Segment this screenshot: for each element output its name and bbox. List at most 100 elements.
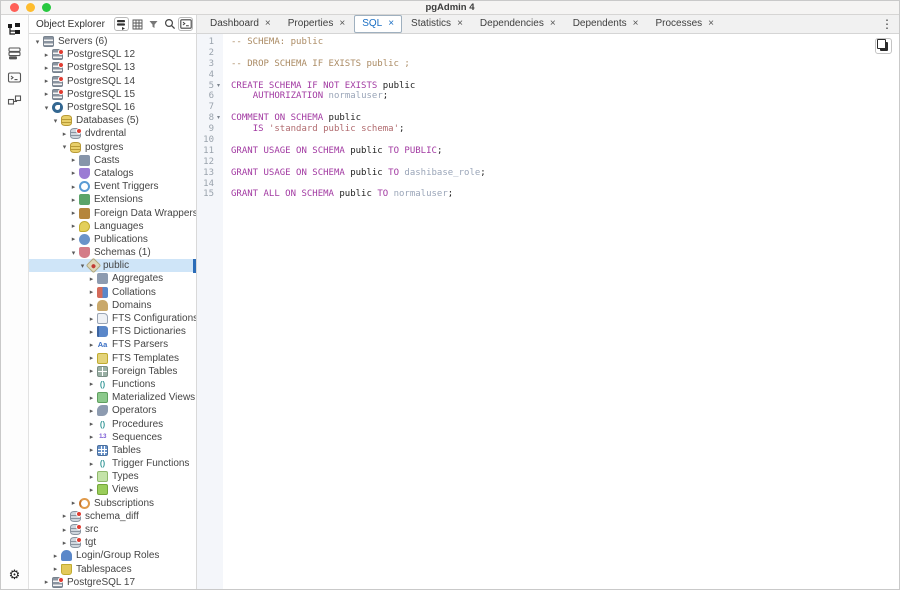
chevron-right-icon[interactable]: ▸ (60, 539, 69, 547)
chevron-right-icon[interactable]: ▸ (51, 552, 60, 560)
chevron-right-icon[interactable]: ▸ (69, 499, 78, 507)
tree-item-fts-parsers[interactable]: ▸AaFTS Parsers (29, 338, 196, 351)
tab-dependencies[interactable]: Dependencies× (472, 15, 564, 33)
chevron-right-icon[interactable]: ▸ (69, 169, 78, 177)
tree-item-foreign-tables[interactable]: ▸Foreign Tables (29, 365, 196, 378)
search-icon[interactable] (162, 17, 177, 31)
chevron-down-icon[interactable]: ▾ (60, 143, 69, 151)
tab-close-icon[interactable]: × (388, 18, 394, 30)
sql-code[interactable]: -- SCHEMA: public-- DROP SCHEMA IF EXIST… (223, 34, 899, 589)
tree-item-sequences[interactable]: ▸1.3Sequences (29, 431, 196, 444)
tree-item-functions[interactable]: ▸()Functions (29, 378, 196, 391)
tree-item-postgres[interactable]: ▾postgres (29, 141, 196, 154)
query-tool-icon[interactable] (6, 68, 24, 86)
chevron-right-icon[interactable]: ▸ (60, 130, 69, 138)
tree-item-tgt[interactable]: ▸tgt (29, 536, 196, 549)
tab-properties[interactable]: Properties× (280, 15, 353, 33)
chevron-right-icon[interactable]: ▸ (42, 64, 51, 72)
tab-dashboard[interactable]: Dashboard× (202, 15, 279, 33)
tree-item-casts[interactable]: ▸Casts (29, 154, 196, 167)
sql-editor[interactable]: 12345▾678▾9101112131415 -- SCHEMA: publi… (197, 34, 899, 589)
chevron-right-icon[interactable]: ▸ (69, 209, 78, 217)
settings-gear-icon[interactable]: ⚙ (9, 568, 21, 583)
chevron-right-icon[interactable]: ▸ (60, 526, 69, 534)
chevron-right-icon[interactable]: ▸ (51, 565, 60, 573)
tree-item-domains[interactable]: ▸Domains (29, 299, 196, 312)
tree-item-collations[interactable]: ▸Collations (29, 286, 196, 299)
tree-item-fts-dictionaries[interactable]: ▸FTS Dictionaries (29, 325, 196, 338)
tree-item-materialized-views[interactable]: ▸Materialized Views (29, 391, 196, 404)
tree-item-schemas-1-[interactable]: ▾Schemas (1) (29, 246, 196, 259)
chevron-right-icon[interactable]: ▸ (87, 328, 96, 336)
tab-close-icon[interactable]: × (457, 18, 463, 30)
tree-item-postgresql-14[interactable]: ▸PostgreSQL 14 (29, 75, 196, 88)
tree-item-extensions[interactable]: ▸Extensions (29, 193, 196, 206)
tree-scrollbar-selection-marker[interactable] (193, 259, 196, 272)
tree-item-servers-6-[interactable]: ▾Servers (6) (29, 35, 196, 48)
tree-item-subscriptions[interactable]: ▸Subscriptions (29, 497, 196, 510)
tree-item-postgresql-16[interactable]: ▾PostgreSQL 16 (29, 101, 196, 114)
chevron-right-icon[interactable]: ▸ (87, 486, 96, 494)
tab-close-icon[interactable]: × (550, 18, 556, 30)
tree-item-publications[interactable]: ▸Publications (29, 233, 196, 246)
chevron-down-icon[interactable]: ▾ (42, 104, 51, 112)
chevron-right-icon[interactable]: ▸ (69, 235, 78, 243)
tab-close-icon[interactable]: × (339, 18, 345, 30)
tree-item-tables[interactable]: ▸Tables (29, 444, 196, 457)
tree-item-event-triggers[interactable]: ▸Event Triggers (29, 180, 196, 193)
chevron-right-icon[interactable]: ▸ (69, 183, 78, 191)
chevron-down-icon[interactable]: ▾ (51, 117, 60, 125)
tree-item-postgresql-15[interactable]: ▸PostgreSQL 15 (29, 88, 196, 101)
chevron-down-icon[interactable]: ▾ (33, 38, 42, 46)
object-explorer-icon[interactable] (6, 20, 24, 38)
tree-item-foreign-data-wrappers[interactable]: ▸Foreign Data Wrappers (29, 206, 196, 219)
fold-chevron-icon[interactable]: ▾ (214, 113, 223, 124)
chevron-right-icon[interactable]: ▸ (87, 433, 96, 441)
chevron-right-icon[interactable]: ▸ (87, 275, 96, 283)
tree-item-catalogs[interactable]: ▸Catalogs (29, 167, 196, 180)
fold-chevron-icon[interactable]: ▾ (214, 81, 223, 92)
tree-item-views[interactable]: ▸Views (29, 483, 196, 496)
chevron-right-icon[interactable]: ▸ (87, 380, 96, 388)
tree-item-operators[interactable]: ▸Operators (29, 404, 196, 417)
tree-item-public[interactable]: ▾public (29, 259, 196, 272)
chevron-right-icon[interactable]: ▸ (42, 578, 51, 586)
tab-sql[interactable]: SQL× (354, 15, 402, 33)
tree-item-dvdrental[interactable]: ▸dvdrental (29, 127, 196, 140)
grid-view-icon[interactable] (130, 17, 145, 31)
chevron-right-icon[interactable]: ▸ (42, 90, 51, 98)
tree-item-trigger-functions[interactable]: ▸()Trigger Functions (29, 457, 196, 470)
chevron-right-icon[interactable]: ▸ (60, 512, 69, 520)
tree-item-postgresql-12[interactable]: ▸PostgreSQL 12 (29, 48, 196, 61)
kebab-menu-icon[interactable]: ⋮ (879, 17, 895, 31)
tab-processes[interactable]: Processes× (647, 15, 722, 33)
query-console-icon[interactable] (178, 17, 193, 31)
tab-statistics[interactable]: Statistics× (403, 15, 471, 33)
connect-server-icon[interactable] (114, 17, 129, 31)
chevron-right-icon[interactable]: ▸ (87, 341, 96, 349)
tree-item-postgresql-17[interactable]: ▸PostgreSQL 17 (29, 576, 196, 589)
tree-item-types[interactable]: ▸Types (29, 470, 196, 483)
tree-item-languages[interactable]: ▸Languages (29, 220, 196, 233)
chevron-right-icon[interactable]: ▸ (87, 407, 96, 415)
chevron-right-icon[interactable]: ▸ (87, 315, 96, 323)
chevron-right-icon[interactable]: ▸ (69, 222, 78, 230)
chevron-right-icon[interactable]: ▸ (42, 51, 51, 59)
tree-item-aggregates[interactable]: ▸Aggregates (29, 272, 196, 285)
tree-item-fts-configurations[interactable]: ▸FTS Configurations (29, 312, 196, 325)
chevron-right-icon[interactable]: ▸ (87, 460, 96, 468)
tree-item-login-group-roles[interactable]: ▸Login/Group Roles (29, 549, 196, 562)
dashboard-servers-icon[interactable] (6, 44, 24, 62)
tree-item-src[interactable]: ▸src (29, 523, 196, 536)
tab-close-icon[interactable]: × (265, 18, 271, 30)
erd-diagram-icon[interactable] (6, 92, 24, 110)
chevron-right-icon[interactable]: ▸ (69, 156, 78, 164)
filter-icon[interactable] (146, 17, 161, 31)
tab-dependents[interactable]: Dependents× (565, 15, 647, 33)
tree-item-postgresql-13[interactable]: ▸PostgreSQL 13 (29, 61, 196, 74)
tree-item-procedures[interactable]: ▸()Procedures (29, 417, 196, 430)
chevron-right-icon[interactable]: ▸ (87, 394, 96, 402)
tree-item-databases-5-[interactable]: ▾Databases (5) (29, 114, 196, 127)
chevron-right-icon[interactable]: ▸ (87, 473, 96, 481)
tree-item-fts-templates[interactable]: ▸FTS Templates (29, 352, 196, 365)
